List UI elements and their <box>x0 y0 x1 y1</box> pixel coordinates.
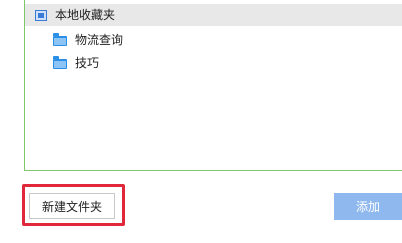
tree-item-label: 技巧 <box>75 56 100 70</box>
tree-item-label: 物流查询 <box>75 33 124 47</box>
tree-item-root[interactable]: 本地收藏夹 <box>25 4 402 26</box>
tree-item-folder[interactable]: 物流查询 <box>53 29 123 51</box>
tree-item-folder[interactable]: 技巧 <box>53 52 99 74</box>
favorites-tree: 本地收藏夹 物流查询 技巧 <box>24 0 402 171</box>
folder-icon <box>53 33 67 46</box>
new-folder-button[interactable]: 新建文件夹 <box>29 193 115 219</box>
tree-item-label: 本地收藏夹 <box>55 8 116 22</box>
add-button[interactable]: 添加 <box>334 193 402 220</box>
folder-icon <box>53 56 67 69</box>
favorites-root-icon <box>35 9 47 21</box>
